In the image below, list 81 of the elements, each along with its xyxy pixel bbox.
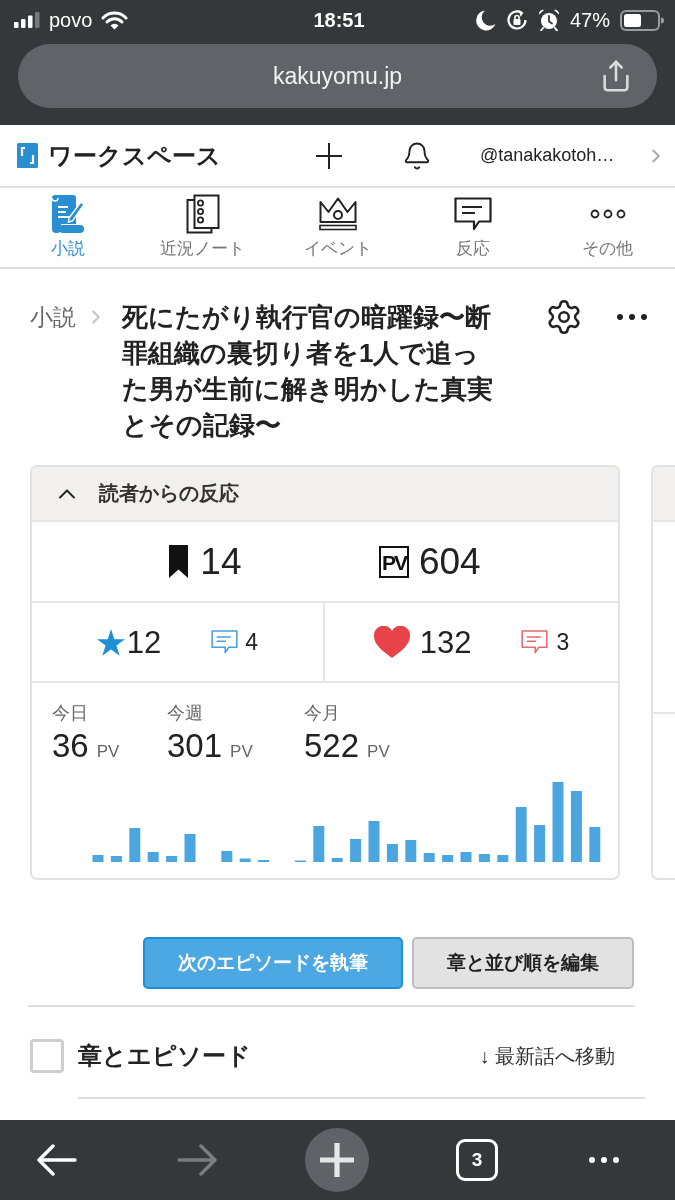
nav-tab[interactable]: 反応 [405, 188, 540, 267]
wifi-icon [101, 10, 129, 30]
more-icon [589, 209, 626, 219]
work-title: 死にたがり執行官の暗躍録〜断罪組織の裏切り者を1人で追った男が生前に解き明かした真実とその記録〜 [122, 301, 494, 442]
action-button[interactable]: 章と並び順を編集 [412, 937, 634, 989]
logo-icon [17, 143, 38, 168]
heart-icon [373, 626, 410, 658]
settings-icon[interactable] [545, 298, 583, 336]
chart-bar [460, 852, 472, 862]
breadcrumb-link[interactable]: 小説 [30, 301, 76, 333]
crown-icon [318, 197, 357, 231]
chart-bar [589, 827, 601, 862]
signal-icon [14, 12, 40, 28]
follower-count: 14 [200, 543, 242, 580]
speech-bubble-icon [453, 197, 492, 231]
battery-percent: 47% [569, 10, 610, 30]
star-count: 12 [126, 626, 162, 658]
url-text: kakuyomu.jp [272, 62, 403, 90]
comment-icon [521, 630, 549, 654]
comment-icon [211, 630, 239, 654]
carrier-name: povo [49, 10, 93, 30]
pv-unit: PV [367, 742, 390, 762]
plus-icon[interactable] [316, 142, 342, 169]
chart-bar [534, 825, 546, 862]
chart-bar [386, 844, 398, 862]
pv-unit: PV [96, 742, 120, 762]
address-bar[interactable]: kakuyomu.jp [18, 44, 657, 108]
period-label: 今月 [304, 702, 340, 725]
checkbox[interactable] [30, 1039, 64, 1073]
chart-bar [442, 855, 454, 862]
chart-bar [110, 856, 122, 862]
nav-tab[interactable]: イベント [270, 188, 405, 267]
section-heading: 章とエピソード [78, 1041, 251, 1071]
battery-icon [620, 9, 664, 31]
card-title: 読者からの反応 [99, 481, 239, 506]
scroll-pen-icon [50, 194, 85, 234]
chart-bar [497, 855, 509, 862]
chart-bar [92, 855, 104, 862]
pv-value: 522 [304, 729, 360, 762]
clock-time: 18:51 [313, 10, 365, 30]
star-icon [96, 628, 125, 656]
tabs-button[interactable]: 3 [456, 1139, 498, 1181]
chart-bar [129, 828, 141, 862]
chart-bar [239, 858, 251, 862]
pv-count: 604 [418, 543, 481, 580]
chart-bar [331, 858, 343, 862]
back-arrow-icon[interactable] [37, 1144, 77, 1176]
chart-bar [147, 852, 159, 862]
chart-bar [350, 839, 362, 862]
bookmark-icon [169, 545, 189, 578]
comment-count: 4 [245, 630, 259, 654]
more-icon[interactable] [617, 314, 647, 320]
pv-label: PV [378, 545, 409, 578]
period-label: 今日 [52, 702, 88, 725]
heart-count: 132 [419, 626, 472, 658]
pv-value: 36 [52, 729, 89, 762]
chart-bar [478, 854, 490, 862]
chart-bar [368, 821, 380, 862]
chart-bar [166, 856, 178, 862]
chart-bar [515, 807, 527, 862]
period-label: 今週 [167, 702, 203, 725]
chart-bar [570, 791, 582, 862]
app-title: ワークスペース [48, 140, 221, 171]
alarm-clock-icon [537, 9, 560, 31]
rotation-lock-icon [505, 9, 528, 31]
chart-bar [184, 834, 196, 862]
chart-bar [405, 840, 417, 862]
notebook-icon [185, 194, 220, 234]
chart-bar [423, 853, 435, 862]
pv-value: 301 [167, 729, 223, 762]
nav-tab[interactable]: 小説 [0, 188, 135, 267]
chart-bar [313, 826, 325, 862]
pv-unit: PV [230, 742, 253, 762]
jump-link[interactable]: ↓ 最新話へ移動 [479, 1042, 615, 1070]
nav-tab[interactable]: 近況ノート [135, 188, 270, 267]
nav-tab[interactable]: その他 [540, 188, 675, 267]
comment-count: 3 [556, 630, 570, 654]
more-icon[interactable] [589, 1157, 619, 1163]
chart-bar [221, 851, 233, 862]
moon-icon [475, 9, 496, 31]
account-link[interactable]: @tanakakotoh… [475, 145, 645, 166]
